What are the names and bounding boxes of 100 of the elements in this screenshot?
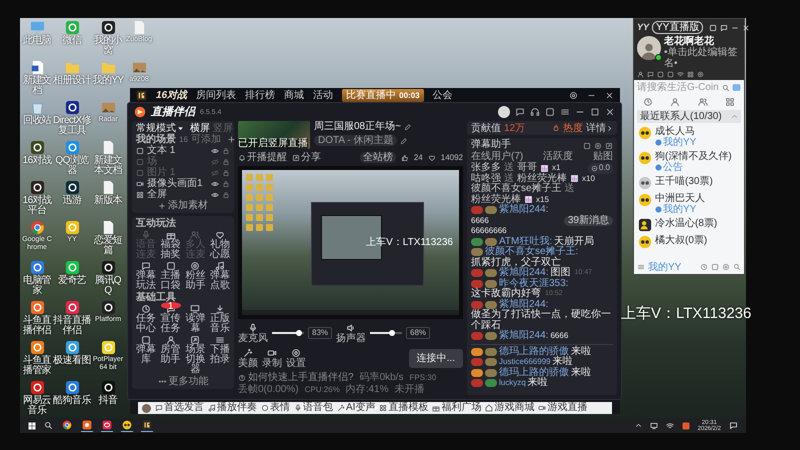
settings-icon[interactable] bbox=[697, 71, 704, 78]
network-icon[interactable] bbox=[677, 71, 684, 78]
feature-button[interactable]: 房管助手 bbox=[160, 335, 181, 375]
feature-button[interactable]: 场景切换器 bbox=[185, 335, 206, 375]
contact-avatar-icon[interactable] bbox=[638, 193, 652, 207]
square-icon[interactable] bbox=[545, 107, 555, 117]
taskbar-app-icon[interactable] bbox=[102, 420, 112, 430]
feature-button[interactable]: 宣传任务 1 bbox=[160, 304, 181, 334]
contact-avatar-icon[interactable] bbox=[638, 235, 652, 249]
lock-icon[interactable] bbox=[222, 168, 230, 176]
audio-device-button[interactable]: 麦克风 bbox=[238, 322, 268, 344]
square-icon[interactable] bbox=[583, 142, 591, 150]
lock-icon[interactable] bbox=[222, 158, 230, 166]
tool-button[interactable]: 设置 bbox=[286, 348, 306, 368]
nav-tab[interactable]: 房间列表 bbox=[196, 88, 236, 102]
eye-icon[interactable] bbox=[211, 190, 219, 198]
action-button[interactable]: 分享 bbox=[292, 152, 321, 163]
users-icon[interactable] bbox=[698, 97, 708, 107]
user-icon[interactable] bbox=[637, 71, 644, 78]
close-icon[interactable] bbox=[605, 90, 614, 100]
nav-tab[interactable]: 排行榜 bbox=[245, 88, 276, 102]
feature-button[interactable]: 福袋抽奖 bbox=[160, 230, 181, 260]
tray-app-icon[interactable] bbox=[682, 422, 690, 430]
contact-avatar-icon[interactable] bbox=[638, 151, 652, 165]
feature-button[interactable]: 任务中心 bbox=[136, 304, 156, 334]
browser-icon[interactable] bbox=[30, 220, 44, 235]
feature-button[interactable]: 读弹幕 bbox=[185, 304, 206, 334]
monitor-icon[interactable] bbox=[650, 422, 658, 430]
user-icon[interactable] bbox=[670, 97, 680, 107]
square-icon[interactable] bbox=[667, 71, 674, 78]
toolbar-button[interactable]: AI变声 bbox=[337, 403, 376, 413]
toolbar-button[interactable]: 表情 bbox=[261, 403, 290, 413]
feature-button[interactable]: 主播口袋 bbox=[160, 261, 181, 291]
toolbar-button[interactable]: 游戏直播 bbox=[538, 403, 588, 413]
start-button[interactable] bbox=[28, 422, 36, 430]
tool-button[interactable]: 录制 bbox=[262, 348, 282, 368]
maximize-icon[interactable] bbox=[590, 107, 600, 117]
eye-icon[interactable] bbox=[211, 180, 219, 188]
feature-button[interactable]: 粉丝助手 bbox=[185, 261, 206, 291]
headset-icon[interactable] bbox=[530, 107, 540, 117]
nav-tab[interactable]: 商城 bbox=[284, 88, 304, 102]
feature-button[interactable]: 下播拍录 bbox=[210, 335, 230, 375]
lock-icon[interactable] bbox=[222, 180, 230, 188]
chat-icon[interactable] bbox=[515, 107, 525, 117]
taskbar-app-icon[interactable] bbox=[62, 420, 72, 430]
settings-icon[interactable] bbox=[569, 90, 578, 100]
grid-icon[interactable] bbox=[687, 71, 694, 78]
clock-icon[interactable] bbox=[642, 97, 653, 107]
panel-tab[interactable]: 活跃度 bbox=[543, 152, 574, 162]
panel-tab[interactable]: 在线用户(7) bbox=[471, 152, 524, 162]
panel-tab[interactable]: 贴图 bbox=[592, 152, 613, 162]
add-source-button[interactable]: 添加素材 bbox=[136, 200, 230, 211]
grid-icon[interactable] bbox=[725, 97, 736, 107]
toolbar-button[interactable]: 直播模板 bbox=[379, 403, 428, 413]
search-field[interactable]: 请搜索生活G-Coin bbox=[637, 82, 720, 93]
clock-icon[interactable] bbox=[700, 263, 708, 271]
close-icon[interactable] bbox=[605, 107, 615, 117]
close-icon[interactable] bbox=[742, 24, 750, 32]
taskbar-app-icon[interactable] bbox=[82, 420, 92, 430]
menu-icon[interactable] bbox=[637, 263, 645, 271]
square-icon[interactable] bbox=[657, 71, 664, 78]
edition-button[interactable]: YY直播版 bbox=[652, 21, 704, 34]
feature-button[interactable]: 弹幕点歌 bbox=[210, 261, 230, 291]
slider-thumb[interactable] bbox=[296, 330, 302, 336]
orientation-tab[interactable]: 横屏 bbox=[190, 123, 210, 134]
new-messages-badge[interactable]: 39新消息 bbox=[564, 216, 613, 226]
settings-icon[interactable] bbox=[594, 142, 602, 150]
nav-tab[interactable]: 活动 bbox=[313, 88, 334, 102]
taskbar-app-icon[interactable] bbox=[142, 420, 152, 430]
taskbar-app-icon[interactable] bbox=[122, 420, 132, 430]
group-avatar-icon[interactable] bbox=[638, 218, 652, 232]
feature-button[interactable]: 礼物心愿 bbox=[210, 230, 230, 260]
more-button[interactable]: 更多功能 bbox=[136, 376, 230, 387]
eye-icon[interactable] bbox=[211, 146, 219, 154]
toolbar-button[interactable]: 语音包 bbox=[294, 403, 333, 413]
help-link[interactable]: 如何快速上手直播伴侣? bbox=[248, 372, 354, 383]
mode-dropdown[interactable]: 常规模式 bbox=[136, 123, 184, 134]
contact-avatar-icon[interactable] bbox=[638, 176, 652, 190]
menu-icon[interactable] bbox=[560, 107, 570, 117]
connect-button[interactable]: 连接中... bbox=[408, 348, 463, 368]
search-icon[interactable] bbox=[44, 421, 53, 430]
lock-icon[interactable] bbox=[222, 190, 230, 198]
lock-icon[interactable] bbox=[222, 146, 230, 154]
chevron-up-icon[interactable] bbox=[634, 422, 642, 429]
toolbar-button[interactable]: 游戏商城 bbox=[485, 403, 534, 413]
feature-button[interactable]: 弹幕库 bbox=[136, 335, 156, 375]
nav-tab[interactable]: 公会 bbox=[432, 88, 453, 102]
toolbar-button[interactable]: 播放伴奏 bbox=[208, 403, 257, 413]
chat-icon[interactable] bbox=[647, 71, 654, 78]
share-icon[interactable] bbox=[605, 142, 613, 150]
details-link[interactable]: 详情 bbox=[586, 122, 613, 134]
tool-button[interactable]: 美颜 bbox=[238, 348, 258, 368]
slider-thumb[interactable] bbox=[388, 330, 395, 336]
contact-avatar-icon[interactable] bbox=[638, 126, 652, 140]
plus-icon[interactable] bbox=[226, 135, 236, 144]
action-button[interactable]: 开播提醒 bbox=[238, 152, 287, 163]
toolbar-button[interactable]: 福利广场 bbox=[432, 403, 482, 413]
toolbar-button[interactable]: 首选发言 bbox=[155, 403, 204, 413]
feature-button[interactable]: 正版音乐 bbox=[210, 304, 230, 334]
feature-button[interactable]: 弹幕玩法 bbox=[136, 261, 156, 291]
